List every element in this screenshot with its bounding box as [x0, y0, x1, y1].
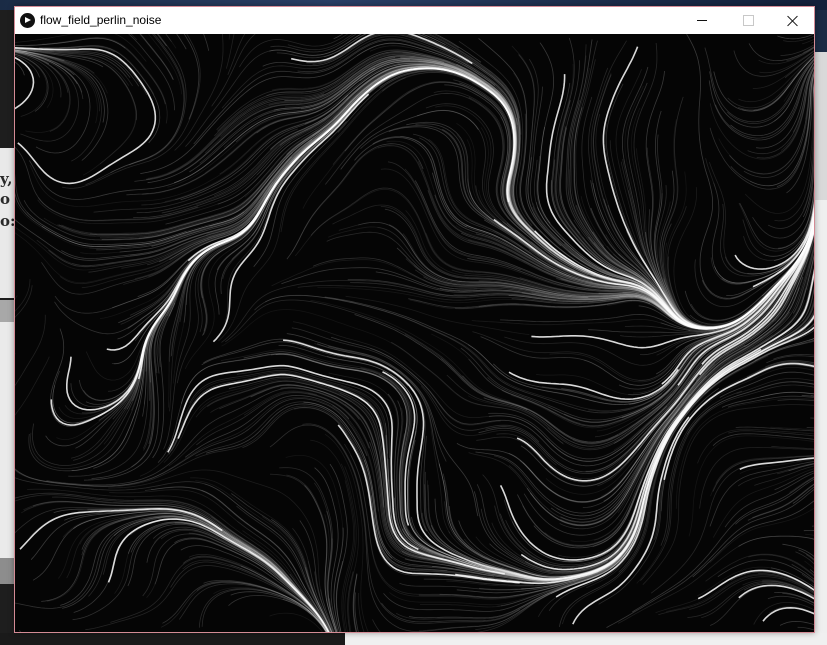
flow-line	[736, 378, 814, 395]
window-title: flow_field_perlin_noise	[40, 13, 162, 27]
maximize-icon	[742, 15, 754, 26]
flow-line	[256, 64, 629, 284]
minimize-button[interactable]	[679, 7, 725, 34]
minimize-icon	[697, 20, 707, 21]
maximize-button[interactable]	[725, 7, 771, 34]
title-bar[interactable]: flow_field_perlin_noise	[15, 7, 814, 34]
flow-line	[431, 333, 581, 424]
flow-line	[774, 470, 814, 491]
flow-line	[806, 427, 814, 429]
background-editor-console	[0, 322, 15, 558]
flow-line	[803, 530, 814, 532]
flow-line	[688, 435, 814, 537]
flow-line	[710, 209, 814, 285]
flow-line	[780, 44, 814, 56]
flow-line	[356, 42, 742, 330]
flow-line	[684, 218, 814, 348]
flow-line	[575, 59, 605, 247]
sketch-window[interactable]: flow_field_perlin_noise	[14, 6, 815, 633]
flow-line	[228, 34, 231, 40]
flow-line	[520, 348, 762, 571]
flow-line	[753, 602, 814, 625]
background-right-gray	[815, 52, 827, 200]
flow-line	[632, 477, 814, 613]
flow-line	[15, 477, 332, 632]
close-icon	[786, 15, 798, 27]
flow-line	[15, 314, 46, 387]
flow-line	[782, 543, 814, 557]
flow-line	[675, 397, 814, 509]
flow-line	[769, 606, 814, 614]
sketch-canvas[interactable]	[15, 34, 814, 632]
background-editor-divider	[0, 300, 15, 322]
flow-line	[15, 279, 31, 312]
flow-line	[779, 620, 814, 626]
flow-line	[810, 41, 814, 44]
flow-line	[16, 50, 102, 162]
flow-line	[811, 525, 814, 527]
flow-line	[777, 399, 814, 402]
background-text-fragment: y,	[0, 170, 13, 188]
flow-line	[739, 185, 814, 250]
flow-line	[129, 34, 187, 166]
flow-line	[15, 285, 33, 318]
flow-line	[710, 585, 814, 626]
flow-line	[203, 34, 210, 51]
flow-line	[738, 535, 814, 547]
flow-line	[537, 42, 555, 224]
processing-play-icon	[20, 13, 35, 28]
flow-line	[345, 295, 530, 335]
flow-lines	[15, 34, 814, 632]
background-bottom-dark	[0, 633, 345, 645]
flow-line	[521, 318, 814, 590]
flow-line	[174, 34, 224, 151]
background-text-fragment: o	[0, 190, 11, 208]
flow-line	[81, 250, 207, 414]
background-right-dark	[815, 10, 827, 52]
flow-line	[18, 630, 22, 632]
flow-line	[358, 592, 365, 632]
background-editor-status	[0, 558, 15, 584]
flow-line	[130, 34, 138, 41]
flow-line	[15, 398, 368, 487]
flow-line	[56, 100, 353, 237]
flow-line	[797, 626, 814, 631]
flow-line	[471, 318, 691, 331]
flow-line	[735, 478, 814, 525]
flow-line	[783, 35, 814, 42]
flow-field-drawing	[15, 34, 814, 632]
flow-line	[748, 43, 814, 62]
close-button[interactable]	[769, 7, 815, 34]
flow-line	[730, 571, 814, 592]
